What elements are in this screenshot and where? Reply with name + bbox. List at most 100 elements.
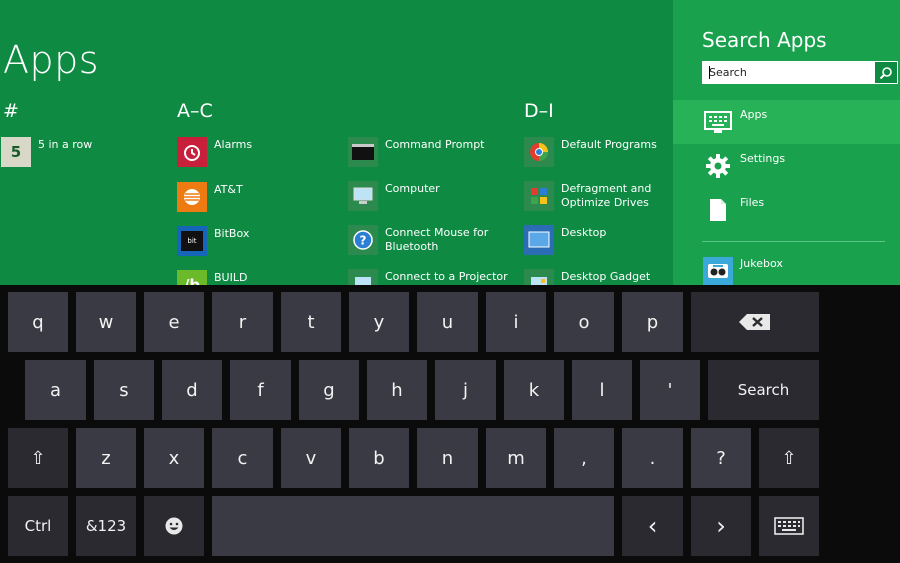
app-label: 5 in a row (38, 138, 93, 151)
keyboard-apps-icon (703, 108, 733, 136)
key-k[interactable]: k (504, 360, 564, 420)
app-tile-desktop[interactable]: Desktop (524, 225, 673, 261)
search-box[interactable] (702, 61, 898, 84)
app-tile-5-in-a-row[interactable]: 5 5 in a row (1, 137, 166, 173)
key-s[interactable]: s (94, 360, 154, 420)
app-label: BitBox (214, 227, 250, 240)
app-tile-connect-projector[interactable]: Connect to a Projector (348, 269, 513, 285)
key-a[interactable]: a (25, 360, 86, 420)
search-key[interactable]: Search (708, 360, 819, 420)
key-o[interactable]: o (554, 292, 614, 352)
key-f[interactable]: f (230, 360, 291, 420)
defragment-icon (524, 181, 554, 211)
key-v[interactable]: v (281, 428, 341, 488)
ctrl-key[interactable]: Ctrl (8, 496, 68, 556)
search-go-button[interactable] (875, 62, 897, 83)
search-input[interactable] (703, 62, 875, 83)
app-tile-default-programs[interactable]: Default Programs (524, 137, 673, 173)
app-label: Command Prompt (385, 138, 485, 151)
app-tile-build[interactable]: /b BUILD (177, 270, 342, 285)
command-prompt-icon (348, 137, 378, 167)
keyboard-icon (774, 517, 804, 535)
key-l[interactable]: l (572, 360, 632, 420)
group-header-d-i: D–I (524, 100, 554, 122)
app-tile-defragment[interactable]: Defragment and Optimize Drives (524, 181, 673, 217)
key-apostrophe[interactable]: ' (640, 360, 700, 420)
build-icon: /b (177, 270, 207, 285)
suggestion-jukebox[interactable]: Jukebox (673, 249, 900, 285)
pane-divider (702, 241, 885, 242)
key-g[interactable]: g (299, 360, 359, 420)
app-label: AT&T (214, 183, 243, 196)
desktop-gadget-icon (524, 269, 554, 285)
right-arrow-key[interactable]: › (691, 496, 751, 556)
key-question[interactable]: ? (691, 428, 751, 488)
shift-key-right[interactable]: ⇧ (759, 428, 819, 488)
app-tile-command-prompt[interactable]: Command Prompt (348, 137, 513, 173)
key-c[interactable]: c (212, 428, 273, 488)
app-label: Connect Mouse for Bluetooth (385, 226, 489, 253)
group-header-a-c: A–C (177, 100, 213, 122)
backspace-key[interactable] (691, 292, 819, 352)
key-j[interactable]: j (435, 360, 496, 420)
desktop-icon (524, 225, 554, 255)
key-n[interactable]: n (417, 428, 478, 488)
scope-settings[interactable]: Settings (673, 144, 900, 188)
default-programs-icon (524, 137, 554, 167)
key-m[interactable]: m (486, 428, 546, 488)
emoji-key[interactable] (144, 496, 204, 556)
symbols-key[interactable]: &123 (76, 496, 136, 556)
key-b[interactable]: b (349, 428, 409, 488)
key-w[interactable]: w (76, 292, 136, 352)
computer-icon (348, 181, 378, 211)
suggestion-label: Jukebox (740, 257, 783, 270)
key-z[interactable]: z (76, 428, 136, 488)
key-e[interactable]: e (144, 292, 204, 352)
key-t[interactable]: t (281, 292, 341, 352)
scope-label: Settings (740, 152, 786, 165)
key-i[interactable]: i (486, 292, 546, 352)
app-tile-bitbox[interactable]: bit BitBox (177, 226, 342, 262)
touch-keyboard: q w e r t y u i o p a s d f g h j k l ' … (0, 285, 900, 563)
key-r[interactable]: r (212, 292, 273, 352)
app-label: Connect to a Projector (385, 270, 508, 283)
space-bar[interactable] (212, 496, 614, 556)
app-tile-connect-mouse[interactable]: ? Connect Mouse for Bluetooth (348, 225, 513, 261)
search-pane-title: Search Apps (702, 28, 827, 52)
app-tile-att[interactable]: AT&T (177, 182, 342, 218)
apps-screen: Apps # A–C D–I 5 5 in a row Alarms AT&T … (0, 0, 673, 285)
key-h[interactable]: h (367, 360, 427, 420)
key-d[interactable]: d (162, 360, 222, 420)
app-tile-alarms[interactable]: Alarms (177, 137, 342, 173)
app-label: Computer (385, 182, 440, 195)
svg-text:?: ? (360, 234, 367, 248)
shift-key-left[interactable]: ⇧ (8, 428, 68, 488)
bitbox-icon: bit (177, 226, 207, 256)
app-label: Default Programs (561, 138, 657, 151)
backspace-icon (739, 314, 770, 330)
keyboard-layout-key[interactable] (759, 496, 819, 556)
key-u[interactable]: u (417, 292, 478, 352)
help-icon: ? (348, 225, 378, 255)
file-icon (703, 196, 733, 224)
search-icon (879, 66, 892, 79)
scope-apps[interactable]: Apps (673, 100, 900, 144)
key-q[interactable]: q (8, 292, 68, 352)
key-p[interactable]: p (622, 292, 683, 352)
smiley-icon (165, 517, 183, 535)
left-arrow-key[interactable]: ‹ (622, 496, 683, 556)
search-pane: Search Apps Apps Settings Files Jukebox (673, 0, 900, 285)
key-period[interactable]: . (622, 428, 683, 488)
scope-files[interactable]: Files (673, 188, 900, 232)
scope-label: Apps (740, 108, 768, 121)
page-title: Apps (3, 38, 100, 82)
alarm-clock-icon (177, 137, 207, 167)
key-x[interactable]: x (144, 428, 204, 488)
settings-gear-icon (703, 152, 733, 180)
app-tile-computer[interactable]: Computer (348, 181, 513, 217)
app-label: Desktop (561, 226, 607, 239)
app-label: Defragment and Optimize Drives (561, 182, 652, 209)
key-comma[interactable]: , (554, 428, 614, 488)
app-tile-desktop-gadget[interactable]: Desktop Gadget (524, 269, 673, 285)
key-y[interactable]: y (349, 292, 409, 352)
